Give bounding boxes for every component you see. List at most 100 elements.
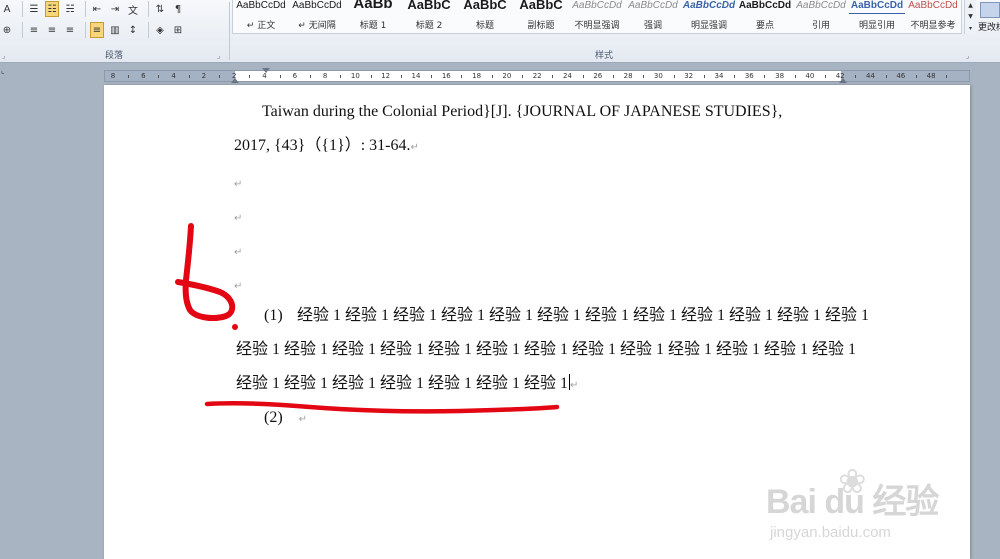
reference-line-2: 2017, {43}（{1}）: 31-64.↵ bbox=[234, 136, 419, 158]
style-name: ↵ 正文 bbox=[246, 21, 276, 31]
style-item[interactable]: AaBbCcDd 强调 bbox=[625, 0, 681, 33]
ruler-tick bbox=[219, 75, 221, 78]
gallery-more-icon[interactable]: ▾ bbox=[969, 25, 972, 32]
ruler-number: 40 bbox=[805, 72, 815, 80]
show-marks-icon[interactable]: ¶ bbox=[171, 1, 185, 17]
list-item-1-line-2: 经验 1 经验 1 经验 1 经验 1 经验 1 经验 1 经验 1 经验 1 … bbox=[236, 340, 856, 360]
align-right-icon-glyph: ≡ bbox=[65, 24, 75, 36]
paragraph-mark: ↵ bbox=[234, 281, 243, 292]
bullets-icon[interactable]: ☰ bbox=[27, 1, 41, 17]
style-item[interactable]: AaBbCcDd 不明显参考 bbox=[905, 0, 961, 33]
style-preview: AaBbCcDd bbox=[908, 0, 958, 11]
bullets-icon-glyph: ☰ bbox=[29, 3, 39, 15]
styles-group-label: 样式 bbox=[594, 51, 613, 61]
multilevel-list-icon[interactable]: ☵ bbox=[63, 1, 77, 17]
ruler-number: 24 bbox=[563, 72, 572, 80]
ruler-tick bbox=[400, 75, 402, 78]
ruler-tick bbox=[158, 75, 160, 78]
ruler-tick bbox=[370, 75, 372, 78]
ruler-tick bbox=[128, 75, 130, 78]
font-color-a-icon[interactable]: A bbox=[0, 1, 14, 17]
sort-icon[interactable]: ⇅ bbox=[153, 1, 167, 17]
ruler-number: 30 bbox=[653, 72, 663, 80]
distributed-icon[interactable]: ▥ bbox=[108, 22, 122, 38]
line-spacing-icon[interactable]: ↕ bbox=[126, 22, 140, 38]
ruler-number: 26 bbox=[593, 72, 603, 80]
toolbar-separator bbox=[85, 22, 86, 38]
align-right-icon[interactable]: ≡ bbox=[63, 22, 77, 38]
ruler-tick bbox=[309, 75, 311, 78]
styles-gallery: AaBbCcDd ↵ 正文 AaBbCcDd ↵ 无间隔 AaBb 标题 1 AaBbC 标题… bbox=[232, 0, 962, 34]
tab-selector-icon[interactable]: ⌞ bbox=[1, 66, 5, 75]
ruler-number: 14 bbox=[411, 72, 421, 80]
style-item[interactable]: AaBbCcDd ↵ 正文 bbox=[233, 0, 289, 33]
document-page[interactable]: Taiwan during the Colonial Period}[J]. {… bbox=[104, 85, 970, 559]
toolbar-separator bbox=[148, 1, 149, 17]
font-dialog-launcher-icon[interactable]: ⌟ bbox=[2, 53, 9, 60]
ruler-tick bbox=[794, 75, 796, 78]
numbering-icon[interactable]: ☷ bbox=[45, 1, 59, 17]
style-item[interactable]: AaBbCcDd ↵ 无间隔 bbox=[289, 0, 345, 33]
shading-icon[interactable]: ◈ bbox=[153, 22, 167, 38]
ruler-number: 12 bbox=[381, 72, 391, 80]
ruler-number: 32 bbox=[684, 72, 694, 80]
style-item[interactable]: AaBbCcDd 不明显强调 bbox=[569, 0, 625, 33]
style-preview: AaBbCcDd bbox=[628, 0, 678, 11]
gallery-up-icon[interactable]: ▲ bbox=[968, 2, 973, 9]
ruler-number: 44 bbox=[866, 72, 875, 80]
ruler-tick bbox=[643, 75, 645, 78]
align-left-icon-glyph: ≡ bbox=[29, 24, 39, 36]
ruler-tick bbox=[491, 75, 493, 78]
style-preview: AaBbCcDd bbox=[292, 0, 342, 11]
ribbon: A ☰ ☷ ☵ ⇤ ⇥ 文 ⇅ ¶ ⊕ ≡ ≡ ≡ ≡ ▥ ↕ ◈ ⊞ 段落 ⌟ ⌟ AaBbCcDd ↵ 正文 A… bbox=[0, 0, 1000, 63]
ruler-tick bbox=[582, 75, 584, 78]
style-item[interactable]: AaBbCcDd 明显引用 bbox=[849, 0, 905, 33]
chinese-layout-icon[interactable]: 文 bbox=[126, 1, 140, 17]
paragraph-mark: ↵ bbox=[234, 213, 243, 224]
style-item[interactable]: AaBbCcDd 明显强调 bbox=[681, 0, 737, 33]
ruler-number: 4 bbox=[262, 72, 267, 80]
reference-text-1: Taiwan during the Colonial Period}[J]. {… bbox=[262, 103, 783, 120]
style-name: 明显引用 bbox=[858, 21, 895, 31]
borders-icon[interactable]: ⊞ bbox=[171, 22, 185, 38]
align-left-icon[interactable]: ≡ bbox=[27, 22, 41, 38]
gallery-down-icon[interactable]: ▼ bbox=[968, 13, 973, 20]
ruler-number: 10 bbox=[350, 72, 360, 80]
phonetic-guide-icon[interactable]: ⊕ bbox=[0, 22, 14, 38]
list-item-1-line-1: 经验 1 经验 1 经验 1 经验 1 经验 1 经验 1 经验 1 经验 1 … bbox=[297, 306, 869, 326]
paragraph-dialog-launcher-icon[interactable]: ⌟ bbox=[217, 53, 224, 60]
gallery-scroll: ▲ ▼ ▾ bbox=[964, 0, 976, 34]
style-item[interactable]: AaBbCcDd 要点 bbox=[737, 0, 793, 33]
ruler-tick bbox=[703, 75, 705, 78]
style-preview: AaBbC bbox=[463, 0, 507, 12]
style-item[interactable]: AaBbCcDd 引用 bbox=[793, 0, 849, 33]
horizontal-ruler[interactable]: 8 6 4 2 2 4 6 8 10 12 14 16 18 20 22 24 26 28 30 32 34 36 38 40… bbox=[104, 68, 970, 83]
style-item[interactable]: AaBb 标题 1 bbox=[345, 0, 401, 33]
empty-paragraph: ↵ bbox=[234, 173, 242, 195]
style-item[interactable]: AaBbC 标题 2 bbox=[401, 0, 457, 33]
ruler-tick bbox=[825, 75, 827, 78]
list-item-text: 经验 1 经验 1 经验 1 经验 1 经验 1 经验 1 经验 1 bbox=[236, 375, 569, 392]
phonetic-guide-icon-glyph: ⊕ bbox=[2, 24, 12, 36]
change-styles-button[interactable]: 更改样式 bbox=[978, 0, 1000, 60]
style-preview: AaBbC bbox=[519, 0, 563, 12]
style-preview: AaBbCcDd bbox=[796, 0, 846, 11]
style-item[interactable]: AaBbC 标题 bbox=[457, 0, 513, 33]
ruler-number: 48 bbox=[926, 72, 936, 80]
ruler-number: 8 bbox=[110, 72, 116, 80]
ruler-tick bbox=[340, 75, 342, 78]
sort-icon-glyph: ⇅ bbox=[155, 3, 165, 15]
increase-indent-icon[interactable]: ⇥ bbox=[108, 1, 122, 17]
list-item-2: (2) ↵ bbox=[264, 408, 307, 430]
ruler-tick bbox=[673, 75, 675, 78]
styles-dialog-launcher-icon[interactable]: ⌟ bbox=[966, 53, 973, 60]
numbering-icon-glyph: ☷ bbox=[47, 3, 57, 15]
ruler-number: 6 bbox=[292, 72, 298, 80]
justify-icon[interactable]: ≡ bbox=[90, 22, 104, 38]
style-item[interactable]: AaBbC 副标题 bbox=[513, 0, 569, 33]
list-item-1-line-3: 经验 1 经验 1 经验 1 经验 1 经验 1 经验 1 经验 1 ↵ bbox=[236, 374, 578, 396]
decrease-indent-icon[interactable]: ⇤ bbox=[90, 1, 104, 17]
change-styles-label: 更改样式 bbox=[978, 23, 1000, 33]
style-name: ↵ 无间隔 bbox=[298, 21, 336, 31]
align-center-icon[interactable]: ≡ bbox=[45, 22, 59, 38]
